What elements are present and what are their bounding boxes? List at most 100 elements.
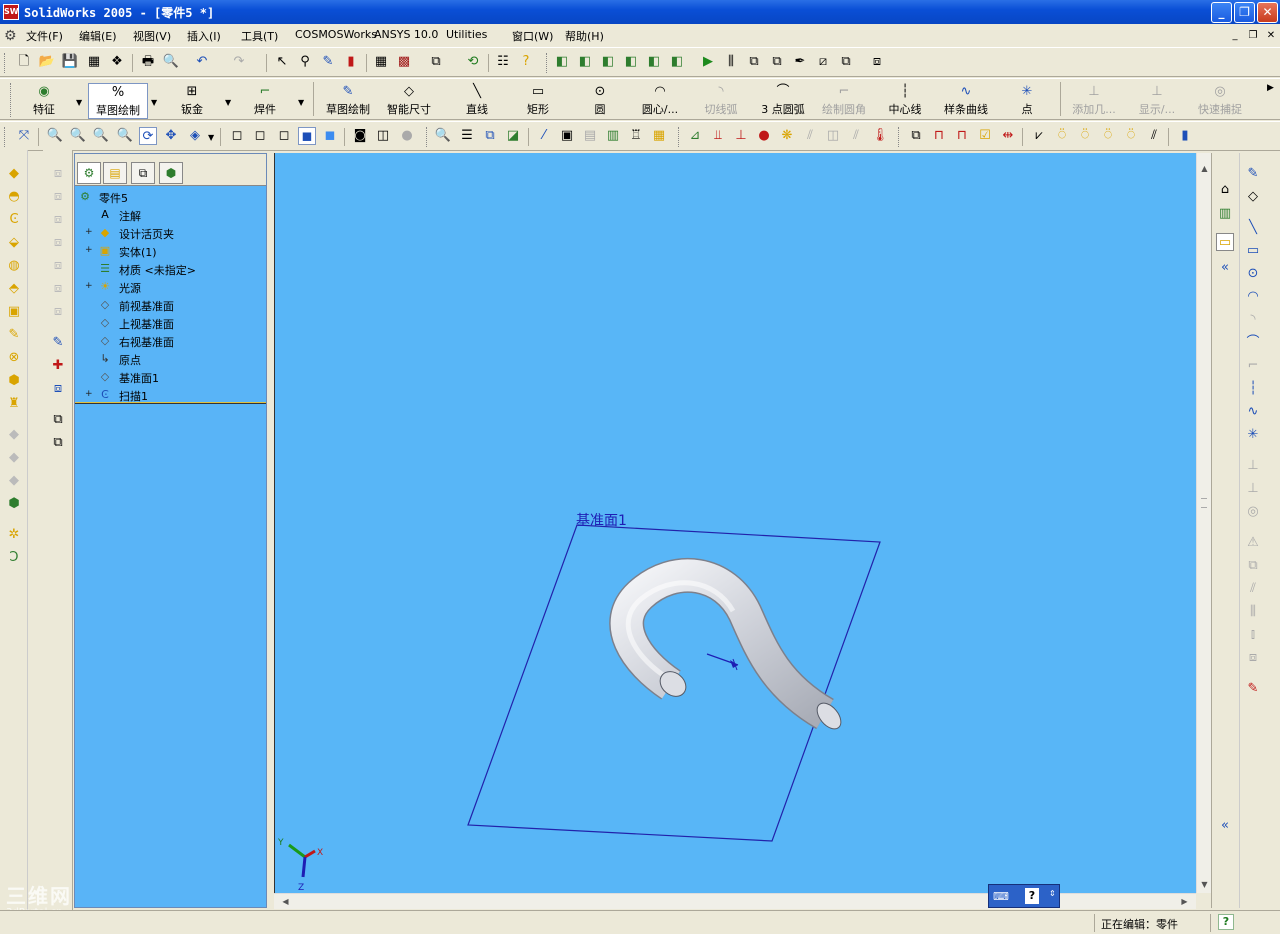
sketch-dropdown-arrow[interactable]: ▼ [151, 98, 157, 107]
print-preview-icon[interactable]: 🔍 [162, 53, 180, 71]
zoom-to-area-icon[interactable]: 🔍 [69, 127, 87, 145]
menu-cosmosworks[interactable]: COSMOSWorks [295, 28, 377, 41]
mass-properties-icon[interactable]: ⧉ [481, 127, 499, 145]
line-button[interactable]: ╲ 直线 [455, 83, 499, 119]
add-relation-icon-right[interactable]: ⊥ [1244, 457, 1262, 475]
macro-customize-icon[interactable]: ⧄ [814, 53, 832, 71]
tree-node[interactable]: ◇ 基准面1 [77, 368, 266, 386]
revolve-boss-icon[interactable]: ◓ [5, 188, 23, 206]
menu-help[interactable]: 帮助(H) [565, 28, 604, 44]
check-icon[interactable]: ▣ [558, 127, 576, 145]
file-explorer-icon[interactable]: ▭ [1216, 233, 1234, 251]
zoom-in-out-icon[interactable]: 🔍 [92, 127, 110, 145]
add-relation-button[interactable]: ⊥ 添加几... [1066, 83, 1122, 119]
select-filter-icon[interactable]: ⚲ [296, 53, 314, 71]
3d-sketch-icon-right[interactable]: ✎ [1244, 680, 1262, 698]
realview-icon[interactable]: ● [398, 127, 416, 145]
command-manager-scroll-right-icon[interactable]: ▶ [1267, 83, 1274, 93]
feature-loft-icon[interactable]: ◧ [622, 53, 640, 71]
smart-dimension-button[interactable]: ◇ 智能尺寸 [380, 83, 438, 119]
fillet-icon[interactable]: ◍ [5, 257, 23, 275]
shaded-icon[interactable]: ◼ [321, 127, 339, 145]
three-point-arc-button[interactable]: ⌒ 3 点圆弧 [755, 83, 811, 119]
features-dropdown-arrow[interactable]: ▼ [76, 98, 82, 107]
ansys-icon-2[interactable]: ⊓ [930, 127, 948, 145]
mini-expand-icon[interactable]: ⇕ [1049, 889, 1056, 898]
toolbar-grip[interactable] [426, 127, 429, 147]
configuration-manager-tab-icon[interactable]: ⧉ [131, 162, 155, 184]
graphics-area[interactable]: 基准面1 Y X Z [274, 153, 1196, 893]
properties-icon[interactable]: ☷ [494, 53, 512, 71]
undo-icon[interactable]: ↶ [193, 53, 211, 71]
macro-pen-icon[interactable]: ✒ [791, 53, 809, 71]
menu-ansys[interactable]: ANSYS 10.0 [374, 28, 438, 41]
sweep-body[interactable] [609, 557, 846, 733]
sensor-icon[interactable]: ⁄ [535, 127, 553, 145]
sketch-block-icon-1[interactable]: ⧉ [49, 411, 67, 429]
sketch-block-icon-2[interactable]: ⧉ [49, 434, 67, 452]
sketch-button[interactable]: ✎ 草图绘制 [318, 83, 378, 119]
redo-icon[interactable]: ↷ [230, 53, 248, 71]
status-help-icon[interactable]: ? [1218, 914, 1234, 930]
cosmos-run-icon[interactable]: ⫽ [801, 127, 819, 145]
expand-toggle-icon[interactable]: + [85, 246, 94, 255]
cosmos-thermal-icon[interactable]: 🌡 [871, 127, 889, 145]
new-macro-icon[interactable]: ⧉ [768, 53, 786, 71]
circle-icon-right[interactable]: ⊙ [1244, 265, 1262, 283]
property-manager-tab-icon[interactable]: ▤ [103, 162, 127, 184]
sheetmetal-dropdown-arrow[interactable]: ▼ [225, 98, 231, 107]
solidworks-logo-icon[interactable]: ⚙ [4, 28, 20, 44]
curve-icon-1[interactable]: ◆ [5, 426, 23, 444]
toolbar-grip[interactable] [10, 83, 13, 117]
sweep-boss-icon[interactable]: Ͼ [5, 211, 23, 229]
scroll-thumb[interactable] [1201, 498, 1207, 508]
edit-sketch-icon[interactable]: ✎ [49, 334, 67, 352]
tree-node[interactable]: + ☀ 光源 [77, 278, 266, 296]
feature-shell-icon[interactable]: ◧ [668, 53, 686, 71]
mdi-restore-button[interactable]: ❐ [1246, 29, 1260, 42]
coordinate-triad[interactable]: Y X Z [277, 838, 323, 893]
display-relations-button[interactable]: ⊥ 显示/... [1130, 83, 1184, 119]
zoom-to-fit-icon[interactable]: 🔍 [46, 127, 64, 145]
design-library-icon[interactable]: ▥ [1216, 205, 1234, 223]
sketch-plane-icon-5[interactable]: ⧈ [49, 257, 67, 275]
tree-node[interactable]: ↳ 原点 [77, 350, 266, 368]
keyboard-icon[interactable]: ⌨ [993, 890, 1009, 903]
extrude-boss-icon[interactable]: ◆ [5, 165, 23, 183]
cosmos-results-icon[interactable]: ◫ [824, 127, 842, 145]
trim-icon-right[interactable]: ⫽ [1244, 580, 1262, 598]
draft-analysis-icon[interactable]: ▥ [604, 127, 622, 145]
scroll-right-button[interactable]: ▶ [1177, 894, 1192, 909]
hidden-lines-removed-icon[interactable]: ◻ [275, 127, 293, 145]
line-icon-right[interactable]: ╲ [1244, 219, 1262, 237]
add-dimension-icon[interactable]: ✚ [49, 357, 67, 375]
sketch-plane-icon-6[interactable]: ⧈ [49, 280, 67, 298]
cosmos-force-icon[interactable]: ⊥ [732, 127, 750, 145]
display-relations-icon-right[interactable]: ⊥ [1244, 480, 1262, 498]
centerpoint-arc-button[interactable]: ◠ 圆心/... [632, 83, 688, 119]
rollback-bar[interactable] [75, 402, 266, 404]
shell-icon[interactable]: ▣ [5, 303, 23, 321]
addin-icon[interactable]: ⧈ [868, 53, 886, 71]
tree-node[interactable]: ◇ 上视基准面 [77, 314, 266, 332]
print-icon[interactable]: 🖶 [139, 53, 157, 71]
view-orientation-dropdown-arrow[interactable]: ▼ [208, 133, 214, 142]
tree-node[interactable]: A 注解 [77, 206, 266, 224]
record-macro-icon[interactable]: ⫼ [722, 53, 740, 71]
maximize-button[interactable]: ❐ [1234, 2, 1255, 23]
cosmos-mesh-icon[interactable]: ❋ [778, 127, 796, 145]
quick-snaps-button[interactable]: ◎ 快速捕捉 [1190, 83, 1250, 119]
vertical-scrollbar[interactable]: ▲ ▼ [1196, 153, 1211, 893]
sketch-plane-icon-4[interactable]: ⧈ [49, 234, 67, 252]
tree-node[interactable]: ◇ 右视基准面 [77, 332, 266, 350]
cosmos-manager-tab-icon[interactable]: ⬢ [159, 162, 183, 184]
ansys-icon-5[interactable]: ⇹ [999, 127, 1017, 145]
mdi-minimize-button[interactable]: _ [1228, 29, 1242, 42]
scroll-up-button[interactable]: ▲ [1197, 161, 1212, 176]
expand-toggle-icon[interactable]: + [85, 282, 94, 291]
menu-insert[interactable]: 插入(I) [187, 28, 221, 44]
offset-entities-icon-right[interactable]: ⧉ [1244, 557, 1262, 575]
collapse-task-pane-bottom-icon[interactable]: « [1216, 817, 1234, 835]
undercut-icon[interactable]: ♖ [627, 127, 645, 145]
view-orientation-icon[interactable]: ⧉ [427, 53, 445, 71]
